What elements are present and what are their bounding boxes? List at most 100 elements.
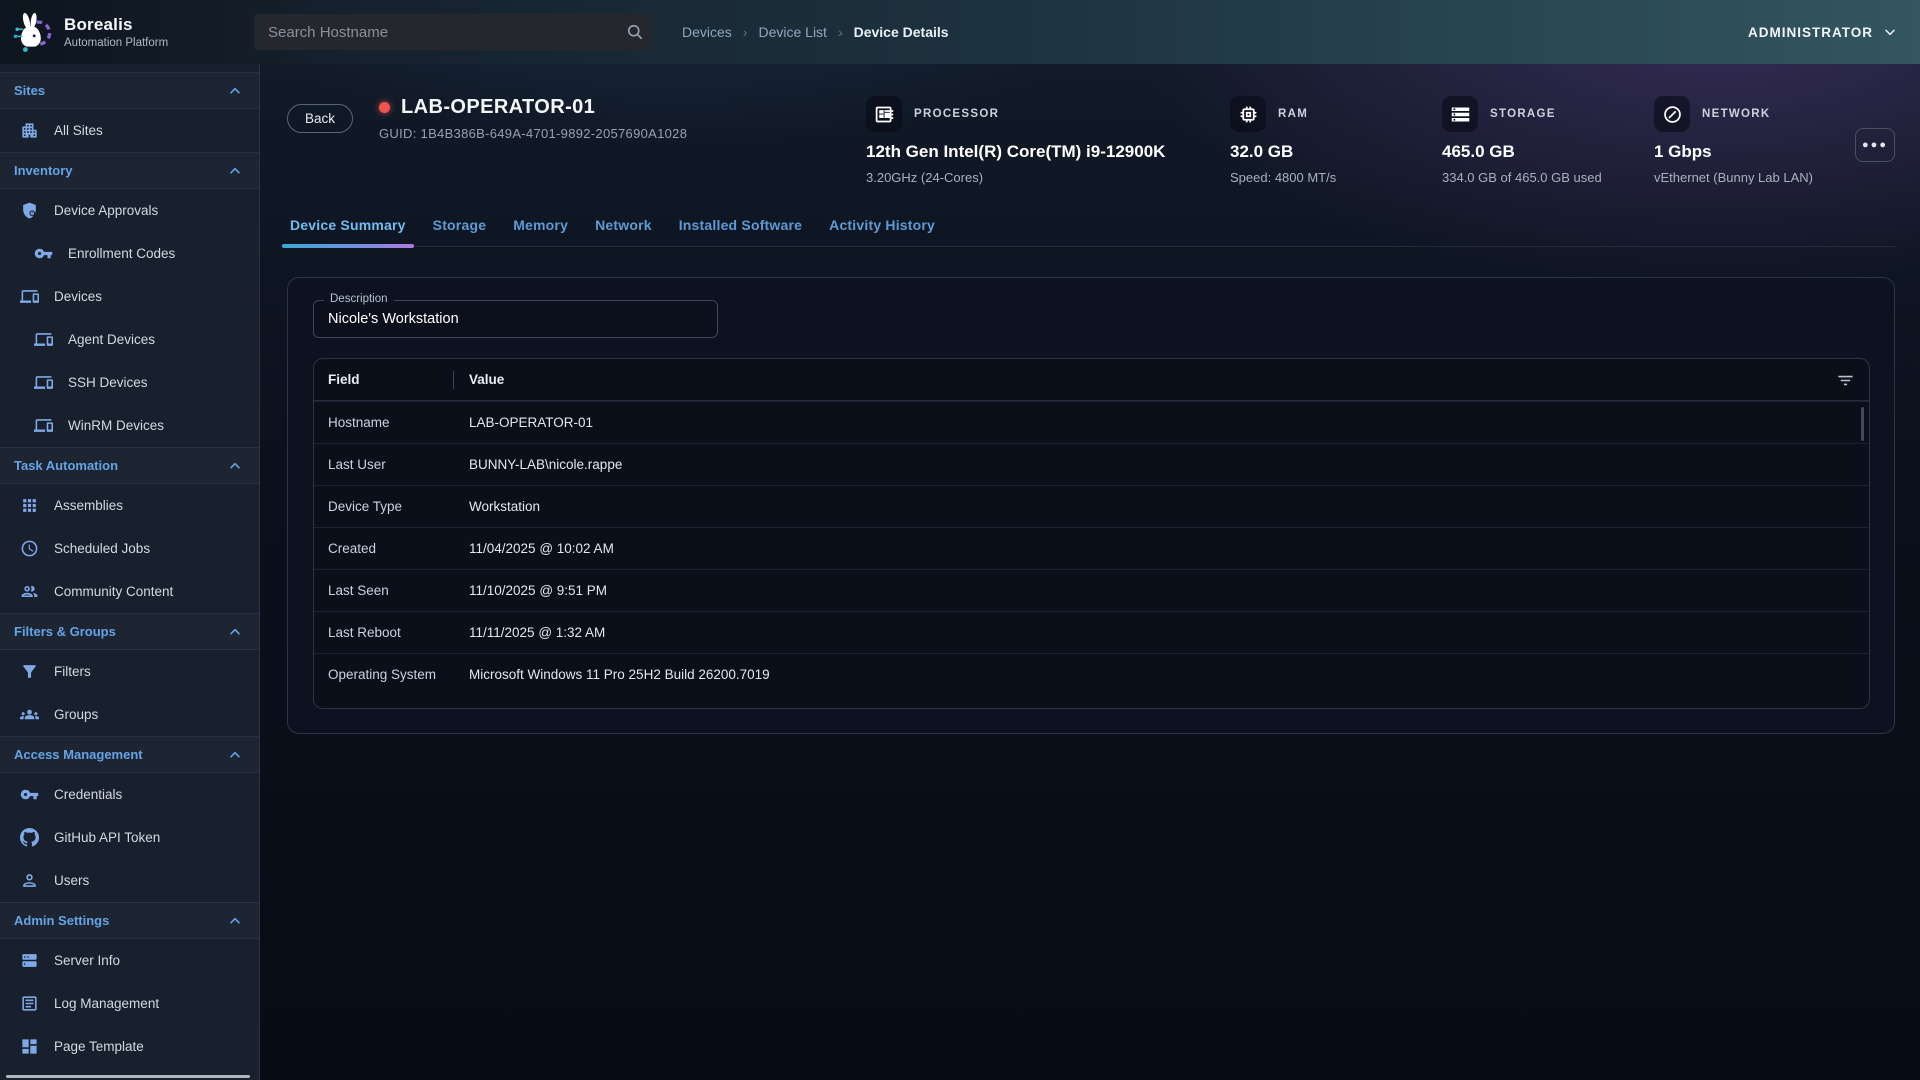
sidebar-section-admin-settings[interactable]: Admin Settings <box>0 902 259 939</box>
filter-icon[interactable] <box>1836 371 1855 390</box>
sidebar-item-users[interactable]: Users <box>0 859 259 902</box>
summary-table: Field Value Hostname LAB-OPERATOR-01 Las… <box>313 358 1870 709</box>
tab-storage[interactable]: Storage <box>433 217 487 246</box>
sidebar-item-label: GitHub API Token <box>54 830 160 845</box>
row-field: Last Seen <box>314 583 453 598</box>
sidebar: Sites All Sites Inventory Device Approva… <box>0 64 260 1080</box>
description-input[interactable] <box>314 311 717 327</box>
sidebar-section-inventory[interactable]: Inventory <box>0 152 259 189</box>
stat-value: 12th Gen Intel(R) Core(TM) i9-12900K <box>866 142 1196 162</box>
ram-icon <box>1230 96 1266 132</box>
stat-processor: PROCESSOR 12th Gen Intel(R) Core(TM) i9-… <box>866 96 1196 185</box>
description-field[interactable]: Description <box>313 300 718 338</box>
search-icon <box>625 22 645 42</box>
devices-icon <box>34 373 53 392</box>
sidebar-item-server-info[interactable]: Server Info <box>0 939 259 982</box>
chevron-up-icon <box>227 913 243 929</box>
sidebar-item-label: WinRM Devices <box>68 418 164 433</box>
table-row-last-seen: Last Seen 11/10/2025 @ 9:51 PM <box>314 569 1869 611</box>
sidebar-item-log-management[interactable]: Log Management <box>0 982 259 1025</box>
sidebar-item-github-api-token[interactable]: GitHub API Token <box>0 816 259 859</box>
tab-installed-software[interactable]: Installed Software <box>679 217 802 246</box>
key-icon <box>20 785 39 804</box>
sidebar-item-assemblies[interactable]: Assemblies <box>0 484 259 527</box>
sidebar-item-label: Credentials <box>54 787 122 802</box>
sidebar-item-groups[interactable]: Groups <box>0 693 259 736</box>
chevron-up-icon <box>227 458 243 474</box>
sidebar-item-label: SSH Devices <box>68 375 148 390</box>
main-content: Back LAB-OPERATOR-01 GUID: 1B4B386B-649A… <box>260 64 1920 1080</box>
sidebar-item-winrm-devices[interactable]: WinRM Devices <box>0 404 259 447</box>
sidebar-item-label: Device Approvals <box>54 203 158 218</box>
sidebar-item-label: Assemblies <box>54 498 123 513</box>
sidebar-item-ssh-devices[interactable]: SSH Devices <box>0 361 259 404</box>
funnel-icon <box>20 662 39 681</box>
log-icon <box>20 994 39 1013</box>
sidebar-item-enrollment-codes[interactable]: Enrollment Codes <box>0 232 259 275</box>
stat-sub: 3.20GHz (24-Cores) <box>866 170 1196 185</box>
table-row-last-reboot: Last Reboot 11/11/2025 @ 1:32 AM <box>314 611 1869 653</box>
key-icon <box>34 244 53 263</box>
tab-network[interactable]: Network <box>595 217 652 246</box>
table-header-row: Field Value <box>314 359 1869 401</box>
stat-value: 1 Gbps <box>1654 142 1839 162</box>
search-box[interactable] <box>254 14 654 50</box>
github-icon <box>20 828 39 847</box>
sidebar-item-scheduled-jobs[interactable]: Scheduled Jobs <box>0 527 259 570</box>
stat-network: NETWORK 1 Gbps vEthernet (Bunny Lab LAN) <box>1654 96 1839 185</box>
row-value: LAB-OPERATOR-01 <box>453 415 1869 430</box>
row-value: BUNNY-LAB\nicole.rappe <box>453 457 1869 472</box>
chevron-up-icon <box>227 83 243 99</box>
chevron-up-icon <box>227 624 243 640</box>
breadcrumb-devices[interactable]: Devices <box>682 24 732 40</box>
section-label: Admin Settings <box>14 913 109 928</box>
row-value: 11/11/2025 @ 1:32 AM <box>453 625 1869 640</box>
row-value: Workstation <box>453 499 1869 514</box>
sidebar-item-credentials[interactable]: Credentials <box>0 773 259 816</box>
back-button[interactable]: Back <box>287 104 353 133</box>
sidebar-item-device-approvals[interactable]: Device Approvals <box>0 189 259 232</box>
grid-icon <box>20 496 39 515</box>
row-value: 11/04/2025 @ 10:02 AM <box>453 541 1869 556</box>
table-row-hostname: Hostname LAB-OPERATOR-01 <box>314 401 1869 443</box>
breadcrumb-device-list[interactable]: Device List <box>758 24 826 40</box>
sidebar-item-page-template[interactable]: Page Template <box>0 1025 259 1068</box>
sidebar-section-sites[interactable]: Sites <box>0 72 259 109</box>
network-icon <box>1654 96 1690 132</box>
person-icon <box>20 871 39 890</box>
row-field: Last Reboot <box>314 625 453 640</box>
tab-device-summary[interactable]: Device Summary <box>290 217 406 246</box>
more-actions-button[interactable]: ●●● <box>1855 128 1895 162</box>
devices-icon <box>34 416 53 435</box>
column-header-field: Field <box>314 372 453 387</box>
chevron-up-icon <box>227 747 243 763</box>
column-divider <box>453 371 454 389</box>
sidebar-item-community-content[interactable]: Community Content <box>0 570 259 613</box>
tab-memory[interactable]: Memory <box>513 217 568 246</box>
table-row-last-user: Last User BUNNY-LAB\nicole.rappe <box>314 443 1869 485</box>
stat-sub: Speed: 4800 MT/s <box>1230 170 1408 185</box>
sidebar-item-filters[interactable]: Filters <box>0 650 259 693</box>
devices-icon <box>34 330 53 349</box>
storage-icon <box>1442 96 1478 132</box>
row-field: Hostname <box>314 415 453 430</box>
row-field: Operating System <box>314 667 453 682</box>
table-scrollbar-thumb[interactable] <box>1861 407 1864 441</box>
sidebar-item-agent-devices[interactable]: Agent Devices <box>0 318 259 361</box>
sidebar-section-access-management[interactable]: Access Management <box>0 736 259 773</box>
tab-activity-history[interactable]: Activity History <box>829 217 935 246</box>
sidebar-item-label: Page Template <box>54 1039 144 1054</box>
top-bar: Borealis Automation Platform Devices › D… <box>0 0 1920 64</box>
sidebar-section-task-automation[interactable]: Task Automation <box>0 447 259 484</box>
sidebar-scrollbar[interactable] <box>6 1075 250 1078</box>
stat-label: NETWORK <box>1702 108 1771 120</box>
stat-value: 465.0 GB <box>1442 142 1620 162</box>
shield-approval-icon <box>20 201 39 220</box>
sidebar-item-devices[interactable]: Devices <box>0 275 259 318</box>
sidebar-item-all-sites[interactable]: All Sites <box>0 109 259 152</box>
processor-icon <box>866 96 902 132</box>
sidebar-section-filters-groups[interactable]: Filters & Groups <box>0 613 259 650</box>
search-input[interactable] <box>254 14 654 50</box>
user-menu[interactable]: ADMINISTRATOR <box>1748 24 1898 40</box>
sidebar-item-label: Community Content <box>54 584 173 599</box>
